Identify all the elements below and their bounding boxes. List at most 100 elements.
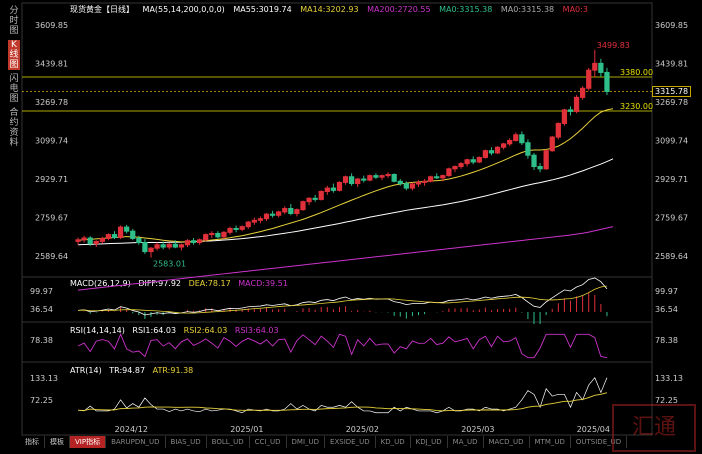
candle-body: [190, 240, 197, 244]
macd-dea-line: [78, 285, 608, 314]
toolbar-button-0[interactable]: 指标: [20, 436, 45, 448]
candle-body: [409, 183, 416, 189]
candle-body: [470, 159, 476, 163]
candle-body: [93, 240, 99, 245]
toolbar-button-12[interactable]: MACD_UD: [484, 436, 530, 448]
candle-body: [373, 175, 379, 178]
x-axis-label: 2024/12: [115, 425, 148, 434]
price-tick-left: 3269.78: [35, 98, 68, 107]
price-tick-left: 3099.74: [35, 137, 68, 146]
current-price-box: 3315.78: [652, 85, 692, 97]
atr-tick-left: 133.13: [30, 374, 58, 383]
candle-body: [379, 175, 385, 178]
toolbar-button-10[interactable]: KDJ_UD: [411, 436, 448, 448]
price-chart-svg[interactable]: 3609.85 3609.85 3439.81 3439.81 3269.78 3269.…: [0, 0, 702, 454]
price-tick-right: 3269.78: [655, 98, 688, 107]
candle-body: [117, 226, 124, 239]
candle-body: [203, 234, 209, 241]
candle-body: [227, 227, 233, 233]
candle-body: [324, 187, 330, 192]
level-label-1: 3230.00: [620, 102, 653, 111]
candle-body: [342, 176, 349, 183]
candle-body: [300, 201, 306, 211]
candle-body: [251, 219, 257, 223]
candle-body: [184, 240, 191, 246]
candle-body: [81, 237, 87, 241]
macd-tick-left: 36.54: [30, 305, 53, 314]
candle-body: [567, 109, 574, 112]
candle-body: [391, 173, 397, 182]
macd-tick-left: 99.97: [30, 287, 53, 296]
toolbar-button-13[interactable]: MTM_UD: [530, 436, 571, 448]
atr-tick-left: 72.25: [30, 396, 53, 405]
macd-tick-right: 36.54: [655, 305, 678, 314]
candle-body: [464, 159, 470, 165]
x-axis-label: 2025/02: [346, 425, 379, 434]
candle-body: [142, 242, 148, 253]
candle-body: [130, 230, 136, 239]
candle-body: [555, 122, 561, 138]
candle-body: [531, 154, 537, 168]
candle-body: [160, 244, 166, 248]
candle-body: [458, 163, 464, 168]
candle-body: [586, 69, 592, 89]
x-axis-label: 2025/01: [230, 425, 263, 434]
toolbar-button-11[interactable]: MA_UD: [448, 436, 484, 448]
candle-body: [318, 190, 324, 200]
chart-window: 分时图 K线图 闪电图 合约资料 现货黄金【日线】 MA(55,14,200,0…: [0, 0, 702, 454]
toolbar-button-2[interactable]: VIP指标: [70, 436, 107, 448]
candle-body: [276, 211, 282, 216]
candle-body: [348, 176, 355, 185]
candle-body: [434, 176, 440, 179]
low-annotation: 2583.01: [153, 260, 186, 269]
candle-body: [282, 208, 288, 213]
candle-body: [148, 247, 154, 253]
toolbar-button-1[interactable]: 模板: [45, 436, 70, 448]
price-tick-left: 2929.71: [35, 175, 68, 184]
candle-body: [397, 180, 403, 185]
candle-body: [269, 213, 276, 216]
price-tick-left: 3439.81: [35, 59, 68, 68]
atr-tick-right: 133.13: [655, 374, 683, 383]
candle-body: [507, 139, 513, 145]
candle-body: [415, 181, 422, 185]
high-annotation: 3499.83: [597, 41, 630, 50]
candle-body: [221, 231, 227, 238]
candle-body: [385, 173, 391, 177]
watermark-stamp: 汇通: [612, 404, 696, 452]
toolbar-button-8[interactable]: EXSIDE_UD: [325, 436, 376, 448]
price-tick-right: 2589.64: [655, 252, 688, 261]
toolbar-button-5[interactable]: BOLL_UD: [207, 436, 250, 448]
candle-body: [446, 168, 452, 177]
candle-body: [537, 166, 543, 170]
candle-body: [294, 209, 300, 214]
toolbar-button-6[interactable]: CCI_UD: [250, 436, 287, 448]
toolbar-button-3[interactable]: BARUPDN_UD: [106, 436, 166, 448]
candle-body: [428, 176, 434, 182]
indicator-toolbar: 指标 模板 VIP指标 BARUPDN_UD BIAS_UD BOLL_UD CCI_UD D…: [20, 436, 628, 448]
candle-body: [239, 226, 245, 230]
price-tick-right: 2759.67: [655, 214, 688, 223]
candle-body: [549, 136, 555, 152]
candle-body: [154, 244, 160, 249]
ma55-line: [78, 158, 614, 246]
candle-body: [209, 232, 215, 236]
toolbar-button-9[interactable]: KD_UD: [376, 436, 411, 448]
candle-body: [488, 150, 495, 154]
atr-line: [78, 392, 608, 412]
price-tick-left: 2759.67: [35, 214, 68, 223]
toolbar-button-4[interactable]: BIAS_UD: [166, 436, 207, 448]
price-tick-left: 2589.64: [35, 252, 68, 261]
candle-body: [178, 244, 185, 248]
toolbar-button-7[interactable]: DMI_UD: [287, 436, 326, 448]
candle-body: [500, 143, 507, 148]
candle-body: [136, 237, 142, 244]
candle-body: [306, 197, 312, 203]
candle-body: [561, 109, 568, 124]
candle-body: [403, 183, 409, 189]
candle-body: [367, 175, 373, 181]
candle-body: [245, 221, 251, 228]
candle-body: [233, 227, 239, 230]
candle-body: [592, 62, 598, 71]
candle-body: [99, 237, 105, 242]
